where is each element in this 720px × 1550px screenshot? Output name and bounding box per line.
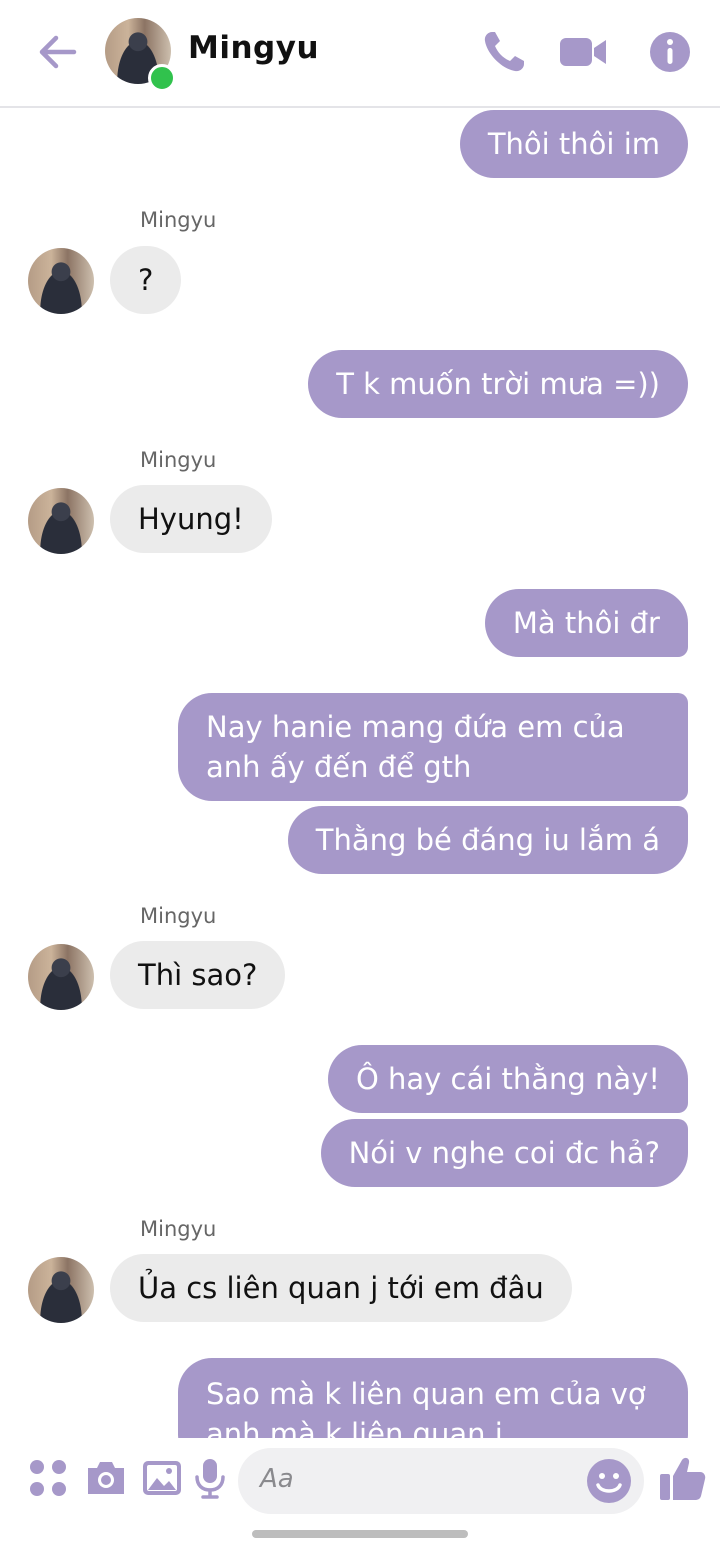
outgoing-message[interactable]: Nay hanie mang đứa em của anh ấy đến để …	[178, 693, 688, 801]
message-composer: Aa	[0, 1438, 720, 1524]
sender-avatar[interactable]	[28, 944, 94, 1010]
gallery-icon[interactable]	[140, 1456, 184, 1500]
outgoing-message[interactable]: Ô hay cái thằng này!	[327, 1045, 688, 1113]
sender-name: Mingyu	[140, 904, 217, 928]
thumbs-up-icon[interactable]	[656, 1452, 708, 1504]
message-input[interactable]: Aa	[238, 1448, 644, 1514]
online-status-indicator	[148, 64, 176, 92]
outgoing-message[interactable]: Nói v nghe coi đc hả?	[320, 1119, 688, 1187]
incoming-message[interactable]: ?	[110, 246, 182, 314]
message-input-placeholder: Aa	[260, 1464, 294, 1494]
emoji-icon[interactable]	[584, 1456, 634, 1506]
sender-name: Mingyu	[140, 1217, 217, 1241]
microphone-icon[interactable]	[188, 1456, 232, 1500]
info-icon[interactable]	[644, 26, 696, 78]
outgoing-message[interactable]: Sao mà k liên quan em của vợ anh mà k li…	[178, 1358, 688, 1438]
sender-name: Mingyu	[140, 208, 217, 232]
camera-icon[interactable]	[84, 1456, 128, 1500]
outgoing-message[interactable]: T k muốn trời mưa =))	[308, 350, 688, 418]
incoming-message[interactable]: Thì sao?	[110, 941, 286, 1009]
outgoing-message[interactable]: Mà thôi đr	[484, 589, 688, 657]
video-camera-icon[interactable]	[556, 26, 608, 78]
sender-avatar[interactable]	[28, 1257, 94, 1323]
apps-icon[interactable]	[26, 1456, 70, 1500]
phone-icon[interactable]	[478, 26, 530, 78]
outgoing-message[interactable]: Thôi thôi im	[459, 110, 688, 178]
home-indicator[interactable]	[252, 1530, 468, 1538]
message-list[interactable]: Thôi thôi im Mingyu ? T k muốn trời mưa …	[0, 108, 720, 1438]
contact-name[interactable]: Mingyu	[188, 30, 319, 66]
sender-avatar[interactable]	[28, 488, 94, 554]
outgoing-message[interactable]: Thằng bé đáng iu lắm á	[287, 806, 688, 874]
sender-name: Mingyu	[140, 448, 217, 472]
chat-header: Mingyu	[0, 0, 720, 108]
back-arrow-icon[interactable]	[34, 28, 82, 76]
sender-avatar[interactable]	[28, 248, 94, 314]
incoming-message[interactable]: Ủa cs liên quan j tới em đâu	[110, 1254, 572, 1322]
incoming-message[interactable]: Hyung!	[110, 485, 272, 553]
